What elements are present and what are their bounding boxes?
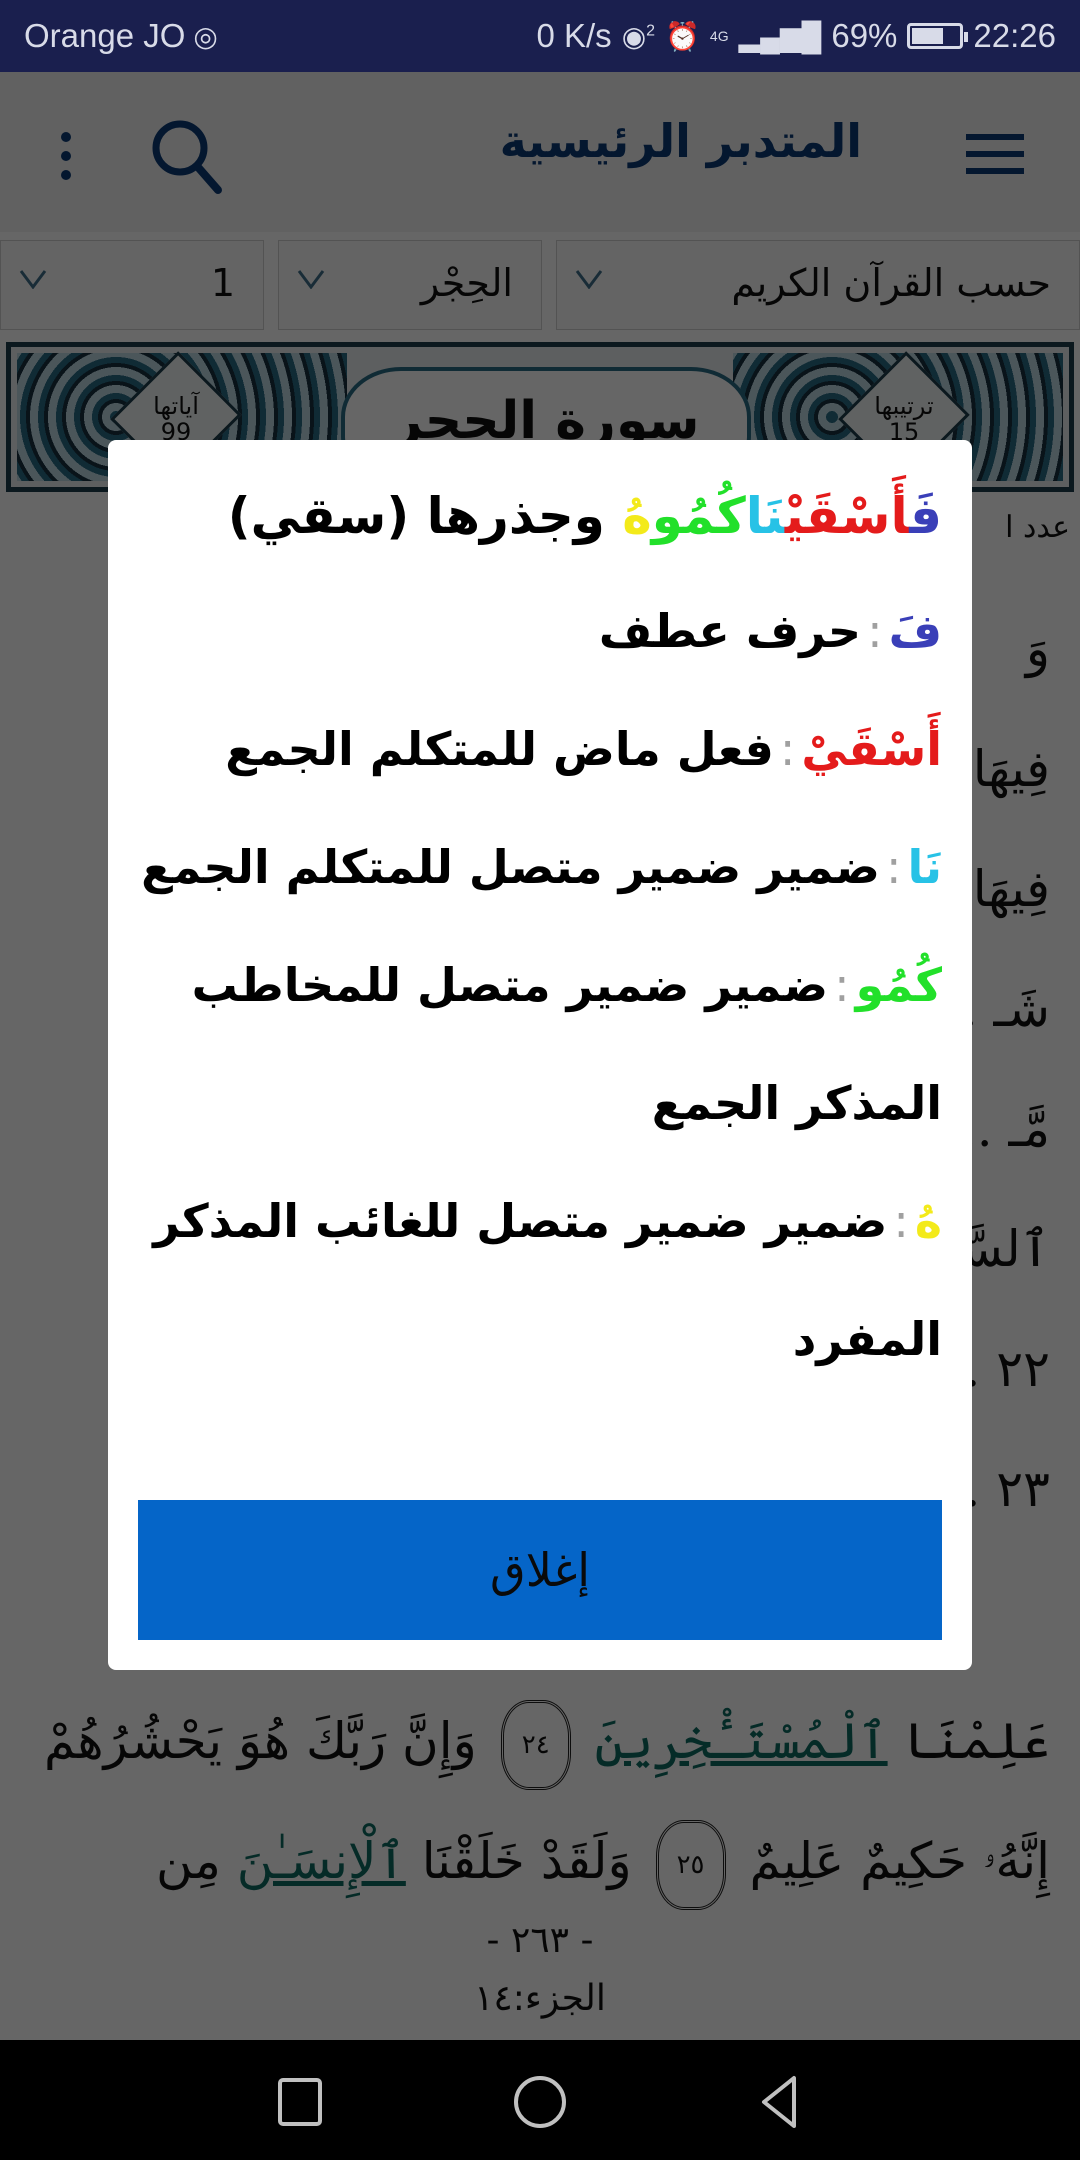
carrier-name: Orange JO xyxy=(24,17,186,54)
clock: 22:26 xyxy=(973,17,1056,54)
home-icon xyxy=(514,2076,566,2128)
analyzed-word: فَأَسْقَيْنَاكُمُوهُ xyxy=(622,487,942,545)
word-segment: كُمُو xyxy=(651,487,746,545)
status-right: 0 K/s ◉2 ⏰ 4G ▂▄▆█ 69% 22:26 xyxy=(536,17,1056,55)
segment-description: ضمير ضمير متصل للغائب المذكر المفرد xyxy=(153,1194,942,1366)
segment-description: ضمير ضمير متصل للمتكلم الجمع xyxy=(141,840,880,894)
alarm-icon: ⏰ xyxy=(665,20,700,52)
net-speed: 0 K/s xyxy=(536,17,612,54)
segment-label: أَسْقَيْ xyxy=(801,722,942,776)
segment-label: فَ xyxy=(888,604,942,658)
back-button[interactable] xyxy=(750,2070,810,2130)
segment-description: فعل ماض للمتكلم الجمع xyxy=(225,722,774,776)
morphology-item: كُمُو:ضمير ضمير متصل للمخاطب المذكر الجم… xyxy=(138,926,942,1162)
battery-percent: 69% xyxy=(831,17,898,54)
network-type: 4G xyxy=(709,28,729,44)
recents-icon xyxy=(278,2078,322,2126)
separator: : xyxy=(834,958,850,1012)
word-segment: أَسْقَيْ xyxy=(784,487,910,545)
word-root: وجذرها (سقي) xyxy=(227,487,605,545)
morphology-item: نَا:ضمير ضمير متصل للمتكلم الجمع xyxy=(138,808,942,926)
separator: : xyxy=(885,840,902,894)
word-analysis-dialog: فَأَسْقَيْنَاكُمُوهُ وجذرها (سقي) فَ:حرف… xyxy=(108,440,972,1670)
close-button[interactable]: إغلاق xyxy=(138,1500,942,1640)
morphology-list: فَ:حرف عطف أَسْقَيْ:فعل ماض للمتكلم الجم… xyxy=(138,572,942,1398)
separator: : xyxy=(893,1194,909,1248)
battery-charging-icon xyxy=(907,23,969,49)
signal-icon: ▂▄▆█ xyxy=(738,20,822,52)
segment-label: كُمُو xyxy=(855,958,942,1012)
home-button[interactable] xyxy=(510,2070,570,2130)
segment-label: هُ xyxy=(914,1194,942,1248)
hotspot-count: 2 xyxy=(646,22,656,40)
hotspot-clients-icon: ◉2 xyxy=(621,20,656,52)
word-headline: فَأَسْقَيْنَاكُمُوهُ وجذرها (سقي) xyxy=(138,480,942,552)
morphology-item: هُ:ضمير ضمير متصل للغائب المذكر المفرد xyxy=(138,1162,942,1398)
morphology-item: أَسْقَيْ:فعل ماض للمتكلم الجمع xyxy=(138,690,942,808)
separator: : xyxy=(867,604,883,658)
segment-description: حرف عطف xyxy=(598,604,862,658)
hotspot-icon: ◎ xyxy=(193,20,218,52)
status-left: Orange JO ◎ xyxy=(24,17,218,55)
status-bar: Orange JO ◎ 0 K/s ◉2 ⏰ 4G ▂▄▆█ 69% 22:26 xyxy=(0,0,1080,72)
recents-button[interactable] xyxy=(270,2070,330,2130)
word-segment: فَ xyxy=(909,487,942,545)
separator: : xyxy=(779,722,796,776)
word-segment: هُ xyxy=(622,487,652,545)
system-nav-bar xyxy=(0,2040,1080,2160)
segment-description: ضمير ضمير متصل للمخاطب المذكر الجمع xyxy=(191,958,942,1130)
back-icon xyxy=(762,2076,796,2128)
morphology-item: فَ:حرف عطف xyxy=(138,572,942,690)
segment-label: نَا xyxy=(907,840,942,894)
word-segment: نَا xyxy=(745,487,785,545)
